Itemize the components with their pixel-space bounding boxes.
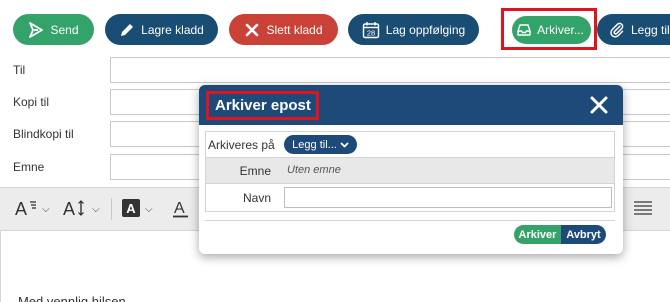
subject-row: Emne Uten emne xyxy=(206,158,614,184)
align-icon xyxy=(634,200,652,219)
font-size-icon: A xyxy=(63,198,87,221)
main-toolbar: Send Lagre kladd Slett kladd 28 Lag oppf… xyxy=(0,0,670,58)
font-size-dropdown[interactable]: A ⌵ xyxy=(63,197,100,221)
highlight-color-dropdown[interactable]: A ⌵ xyxy=(122,197,153,221)
add-target-label: Legg til... xyxy=(292,138,337,151)
dialog-header: Arkiver epost xyxy=(199,85,623,125)
to-input[interactable] xyxy=(110,57,670,83)
align-button[interactable] xyxy=(634,197,652,221)
send-label: Send xyxy=(50,22,79,37)
svg-text:A: A xyxy=(174,200,185,217)
dialog-subject-label: Emne xyxy=(239,164,271,178)
calendar-icon: 28 xyxy=(362,21,380,39)
send-arrow-icon xyxy=(28,21,44,38)
dialog-divider xyxy=(205,220,615,221)
cc-label: Kopi til xyxy=(13,95,50,109)
archive-button-highlight xyxy=(501,8,597,50)
name-input[interactable] xyxy=(284,187,612,208)
font-style-icon: A xyxy=(15,198,37,221)
archive-email-dialog: Arkiver epost Arkiveres på Legg til... E… xyxy=(199,85,623,254)
archive-target-label: Arkiveres på xyxy=(208,138,275,152)
subject-label: Emne xyxy=(13,160,45,174)
signature-text: Med vennlig hilsen xyxy=(18,294,126,302)
name-row: Navn xyxy=(206,184,614,211)
chevron-down-icon: ⌵ xyxy=(92,203,100,215)
send-button[interactable]: Send xyxy=(13,14,94,45)
dialog-form: Arkiveres på Legg til... Emne Uten emne … xyxy=(205,131,615,212)
attach-label: Legg til xyxy=(631,22,670,37)
dialog-title-highlight xyxy=(206,91,319,120)
create-followup-button[interactable]: 28 Lag oppfølging xyxy=(348,14,479,45)
chevron-down-icon xyxy=(340,139,349,151)
delete-draft-button[interactable]: Slett kladd xyxy=(229,14,338,45)
toolbar-divider xyxy=(111,198,112,220)
to-label: Til xyxy=(13,63,26,77)
text-color-dropdown[interactable]: A xyxy=(173,197,189,221)
dialog-subject-value: Uten emne xyxy=(287,164,341,176)
svg-text:A: A xyxy=(63,199,75,218)
paperclip-icon xyxy=(609,22,625,38)
save-draft-button[interactable]: Lagre kladd xyxy=(105,14,218,45)
archive-target-row: Arkiveres på Legg til... xyxy=(206,132,614,158)
pencil-icon xyxy=(119,22,135,38)
dialog-cancel-button[interactable]: Avbryt xyxy=(561,225,606,244)
dialog-archive-button[interactable]: Arkiver xyxy=(514,225,561,244)
highlight-color-icon: A xyxy=(122,198,140,220)
delete-draft-label: Slett kladd xyxy=(266,22,323,37)
add-target-dropdown[interactable]: Legg til... xyxy=(284,135,357,154)
create-followup-label: Lag oppfølging xyxy=(385,22,466,37)
svg-text:A: A xyxy=(15,199,27,218)
svg-text:28: 28 xyxy=(367,28,375,37)
x-icon xyxy=(244,22,260,38)
font-style-dropdown[interactable]: A ⌵ xyxy=(15,197,50,221)
attach-button[interactable]: Legg til xyxy=(597,14,670,45)
dialog-name-label: Navn xyxy=(242,191,271,205)
svg-text:A: A xyxy=(126,201,136,216)
chevron-down-icon: ⌵ xyxy=(42,203,50,215)
chevron-down-icon: ⌵ xyxy=(145,203,153,215)
close-icon[interactable] xyxy=(588,94,610,116)
save-draft-label: Lagre kladd xyxy=(141,22,204,37)
bcc-label: Blindkopi til xyxy=(13,127,74,141)
text-color-icon: A xyxy=(173,198,189,221)
